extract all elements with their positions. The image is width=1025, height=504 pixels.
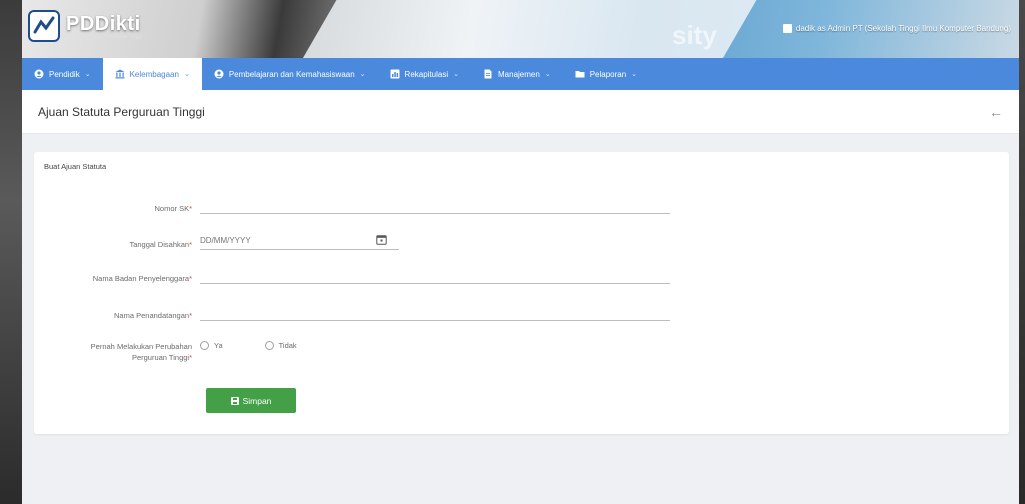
radio-circle-icon[interactable] — [200, 341, 209, 350]
form-row-nama-penandatangan: Nama Penandatangan* — [34, 303, 670, 321]
chevron-down-icon: ⌄ — [544, 71, 551, 78]
form-row-nama-badan: Nama Badan Penyelenggara* — [34, 266, 670, 284]
nav-item-pelaporan[interactable]: Pelaporan ⌄ — [563, 58, 649, 90]
save-button-label: Simpan — [242, 395, 272, 406]
page-title: Ajuan Statuta Perguruan Tinggi — [38, 104, 205, 119]
tanggal-disahkan-input[interactable] — [200, 232, 399, 250]
nav-item-pendidik[interactable]: Pendidik ⌄ — [22, 58, 103, 90]
user-label: dadik as Admin PT (Sekolah Tinggi Ilmu K… — [795, 24, 1011, 33]
nav-item-manajemen[interactable]: Manajemen ⌄ — [471, 58, 563, 90]
form-row-nomor-sk: Nomor SK* — [34, 196, 670, 214]
card-title: Buat Ajuan Statuta — [44, 162, 107, 171]
nav-item-label: Pendidik — [49, 69, 80, 79]
institution-icon — [115, 69, 125, 79]
main-content: Buat Ajuan Statuta Nomor SK* Tanggal Dis… — [22, 134, 1019, 504]
nama-penandatangan-input[interactable] — [200, 303, 670, 321]
background-photo-edge-right — [1019, 0, 1025, 504]
background-photo-edge-left — [0, 0, 22, 504]
page-header: Ajuan Statuta Perguruan Tinggi ← — [22, 90, 1019, 134]
nama-badan-input[interactable] — [200, 266, 670, 284]
chevron-down-icon: ⌄ — [453, 71, 459, 78]
nomor-sk-label: Nomor SK* — [154, 204, 192, 213]
perubahan-label: Pernah Melakukan Perubahan Perguruan Tin… — [90, 342, 192, 362]
nav-item-label: Kelembagaan — [129, 69, 179, 79]
folder-icon — [575, 69, 585, 79]
logo-subtitle: Pangkalan Data Pendidikan Tinggi — [66, 33, 143, 40]
pddikti-logo-icon — [28, 10, 60, 42]
chevron-down-icon: ⌄ — [631, 71, 638, 78]
form-row-perubahan: Pernah Melakukan Perubahan Perguruan Tin… — [34, 341, 297, 363]
banner-decoration-text: sity — [672, 20, 717, 50]
nav-item-label: Pembelajaran dan Kemahasiswaan — [228, 69, 355, 79]
user-circle-icon — [34, 69, 44, 79]
radio-ya-label: Ya — [214, 341, 223, 350]
radio-tidak-label: Tidak — [278, 341, 297, 350]
chevron-down-icon: ⌄ — [183, 71, 190, 78]
nama-penandatangan-label: Nama Penandatangan* — [114, 311, 192, 320]
app-logo[interactable]: PDDikti Pangkalan Data Pendidikan Tinggi — [28, 10, 142, 42]
document-icon — [483, 69, 493, 79]
perubahan-radio-group: Ya Tidak — [200, 341, 297, 350]
radio-circle-icon[interactable] — [264, 341, 274, 350]
user-icon — [782, 24, 792, 33]
header-banner: PDDikti Pangkalan Data Pendidikan Tinggi… — [22, 0, 1019, 58]
arrow-left-icon[interactable]: ← — [989, 104, 1003, 120]
save-button[interactable]: Simpan — [206, 388, 296, 413]
nomor-sk-input[interactable] — [200, 196, 670, 214]
form-row-tanggal: Tanggal Disahkan* — [34, 230, 399, 250]
radio-tidak[interactable]: Tidak — [264, 341, 297, 350]
save-icon — [230, 396, 239, 405]
nav-item-kelembagaan[interactable]: Kelembagaan ⌄ — [102, 58, 202, 90]
nav-item-label: Rekapitulasi — [404, 69, 449, 79]
logo-title: PDDikti — [66, 12, 141, 35]
user-circle-icon — [214, 69, 224, 79]
nav-item-pembelajaran[interactable]: Pembelajaran dan Kemahasiswaan ⌄ — [202, 58, 378, 90]
calendar-icon[interactable] — [376, 232, 387, 245]
chevron-down-icon: ⌄ — [359, 71, 366, 78]
nav-item-label: Pelaporan — [589, 69, 627, 79]
chevron-down-icon: ⌄ — [84, 71, 91, 78]
radio-ya[interactable]: Ya — [200, 341, 223, 350]
nama-badan-label: Nama Badan Penyelenggara* — [92, 274, 192, 283]
tanggal-disahkan-label: Tanggal Disahkan* — [129, 240, 192, 249]
main-navbar: Pendidik ⌄ Kelembagaan ⌄ Pembelajaran da… — [22, 58, 1019, 90]
chart-icon — [390, 69, 400, 79]
form-card: Buat Ajuan Statuta Nomor SK* Tanggal Dis… — [34, 152, 1009, 434]
nav-item-rekapitulasi[interactable]: Rekapitulasi ⌄ — [378, 58, 471, 90]
nav-item-label: Manajemen — [498, 69, 540, 79]
user-info[interactable]: dadik as Admin PT (Sekolah Tinggi Ilmu K… — [782, 24, 1011, 33]
